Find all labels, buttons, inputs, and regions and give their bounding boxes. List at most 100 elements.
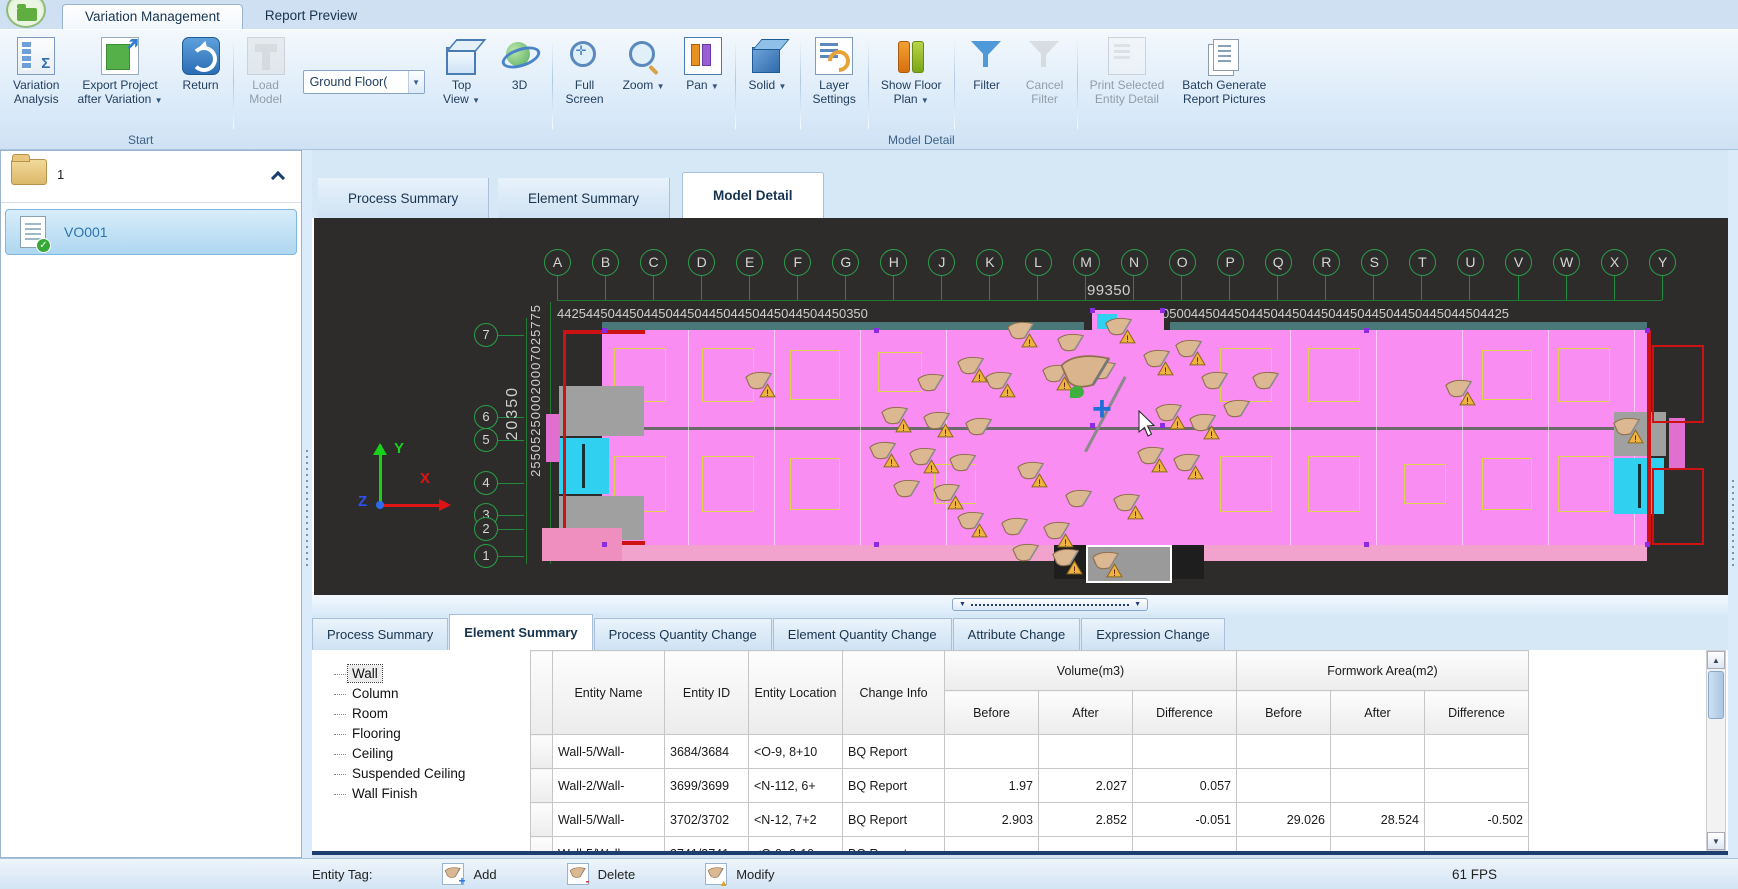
warning-cone[interactable] (1249, 368, 1283, 398)
layer-settings-button[interactable]: LayerSettings (804, 33, 865, 131)
node-handle[interactable] (874, 542, 879, 547)
model-viewport[interactable]: ABCDEFGHJKLMNOPQRSTUVWXY9935044254450445… (312, 218, 1728, 595)
warning-cone[interactable] (946, 450, 980, 480)
table-row[interactable]: Wall-5/Wall-3684/3684<O-9, 8+10BQ Report (531, 735, 1529, 769)
chevron-down-icon[interactable]: ▼ (408, 71, 424, 93)
left-splitter[interactable] (302, 150, 312, 858)
tab-element-summary-2[interactable]: Element Summary (449, 614, 592, 650)
cell[interactable] (1331, 735, 1425, 769)
floor-selector-combo[interactable]: Ground Floor(▼ (303, 70, 425, 94)
sub-header-difference[interactable]: Difference (1425, 691, 1529, 735)
variation-item-vo001[interactable]: ✓ VO001 (5, 209, 297, 255)
cell[interactable] (1039, 837, 1133, 852)
row-selector[interactable] (531, 769, 553, 803)
tab-element-quantity-change[interactable]: Element Quantity Change (773, 618, 952, 650)
sub-header-after[interactable]: After (1331, 691, 1425, 735)
cell[interactable]: -0.502 (1425, 803, 1529, 837)
sub-header-before[interactable]: Before (1237, 691, 1331, 735)
variation-analysis-button[interactable]: VariationAnalysis (4, 33, 68, 131)
cell[interactable] (1425, 837, 1529, 852)
column-header-entity-id[interactable]: Entity ID (665, 651, 749, 735)
tree-item-flooring[interactable]: Flooring (348, 725, 405, 742)
node-handle[interactable] (1364, 542, 1369, 547)
scroll-down-button[interactable]: ▼ (1707, 832, 1725, 850)
cell[interactable]: BQ Report (843, 769, 945, 803)
return-button[interactable]: Return (172, 33, 230, 131)
row-selector-header[interactable] (531, 651, 553, 735)
cell[interactable]: BQ Report (843, 735, 945, 769)
cell[interactable]: BQ Report (843, 837, 945, 852)
cell[interactable] (1237, 769, 1331, 803)
cell[interactable]: <N-112, 6+ (749, 769, 843, 803)
scroll-up-button[interactable]: ▲ (1707, 651, 1725, 669)
cell[interactable]: 3684/3684 (665, 735, 749, 769)
cell[interactable]: 2.027 (1039, 769, 1133, 803)
warning-cone[interactable] (962, 414, 996, 444)
cell[interactable]: 3702/3702 (665, 803, 749, 837)
right-splitter[interactable] (1728, 150, 1738, 858)
column-header-entity-name[interactable]: Entity Name (553, 651, 665, 735)
sub-header-before[interactable]: Before (945, 691, 1039, 735)
export-project-after-variation-button[interactable]: Export Projectafter Variation ▼ (68, 33, 171, 131)
cell[interactable]: 28.524 (1331, 803, 1425, 837)
tab-process-summary[interactable]: Process Summary (318, 178, 489, 218)
column-header-change-info[interactable]: Change Info (843, 651, 945, 735)
cell[interactable] (1039, 735, 1133, 769)
group-header-formwork-area-m2-[interactable]: Formwork Area(m2) (1237, 651, 1529, 691)
tree-item-wall-finish[interactable]: Wall Finish (348, 785, 422, 802)
column-header-entity-location[interactable]: Entity Location (749, 651, 843, 735)
node-handle[interactable] (1645, 542, 1650, 547)
tab-model-detail[interactable]: Model Detail (682, 172, 824, 218)
sub-header-after[interactable]: After (1039, 691, 1133, 735)
horizontal-splitter[interactable]: ▼ ▼ (312, 595, 1728, 614)
cell[interactable]: <N-12, 7+2 (749, 803, 843, 837)
batch-generate-report-pictures-button[interactable]: Batch GenerateReport Pictures (1173, 33, 1275, 131)
table-row[interactable]: Wall-5/Wall-3741/3741<O-9, 2-10BQ Report (531, 837, 1529, 852)
cell[interactable] (1425, 769, 1529, 803)
cell[interactable] (1133, 837, 1237, 852)
cell[interactable] (1133, 735, 1237, 769)
tree-item-suspended-ceiling[interactable]: Suspended Ceiling (348, 765, 469, 782)
tab-process-summary-2[interactable]: Process Summary (312, 618, 448, 650)
ribbon-tab-variation-management[interactable]: Variation Management (62, 4, 243, 30)
cell[interactable]: 3741/3741 (665, 837, 749, 852)
cell[interactable] (945, 837, 1039, 852)
tab-process-quantity-change[interactable]: Process Quantity Change (594, 618, 772, 650)
cell[interactable]: Wall-2/Wall- (553, 769, 665, 803)
variation-group-header[interactable]: 1 (1, 151, 301, 203)
warning-cone[interactable] (1062, 486, 1096, 516)
cell[interactable]: 29.026 (1237, 803, 1331, 837)
cell[interactable] (1237, 735, 1331, 769)
cell[interactable] (1331, 837, 1425, 852)
cell[interactable]: <O-9, 8+10 (749, 735, 843, 769)
warning-cone[interactable] (890, 476, 924, 506)
ribbon-tab-report-preview[interactable]: Report Preview (243, 4, 379, 30)
cell[interactable]: -0.051 (1133, 803, 1237, 837)
cell[interactable]: 1.97 (945, 769, 1039, 803)
collapse-chevron-icon[interactable] (271, 171, 285, 185)
app-menu-button[interactable] (6, 0, 46, 28)
tree-item-wall[interactable]: Wall (348, 665, 382, 682)
warning-cone[interactable] (1220, 396, 1254, 426)
tree-item-room[interactable]: Room (348, 705, 392, 722)
cell[interactable]: <O-9, 2-10 (749, 837, 843, 852)
row-selector[interactable] (531, 735, 553, 769)
cell[interactable]: 3699/3699 (665, 769, 749, 803)
splitter-handle[interactable]: ▼ ▼ (952, 598, 1148, 611)
cell[interactable]: 0.057 (1133, 769, 1237, 803)
tree-item-ceiling[interactable]: Ceiling (348, 745, 397, 762)
table-row[interactable]: Wall-2/Wall-3699/3699<N-112, 6+BQ Report… (531, 769, 1529, 803)
scroll-thumb[interactable] (1708, 671, 1724, 719)
cell[interactable]: Wall-5/Wall- (553, 837, 665, 852)
row-selector[interactable] (531, 837, 553, 852)
node-handle[interactable] (1645, 328, 1650, 333)
warning-cone[interactable] (1198, 368, 1232, 398)
node-handle[interactable] (1364, 328, 1369, 333)
show-floor-plan-button[interactable]: Show FloorPlan ▼ (872, 33, 951, 131)
node-handle[interactable] (1160, 308, 1165, 313)
cell[interactable] (945, 735, 1039, 769)
tab-element-summary[interactable]: Element Summary (498, 178, 670, 218)
node-handle[interactable] (874, 328, 879, 333)
pan-button[interactable]: Pan ▼ (674, 33, 732, 131)
zoom-button[interactable]: Zoom ▼ (614, 33, 674, 131)
